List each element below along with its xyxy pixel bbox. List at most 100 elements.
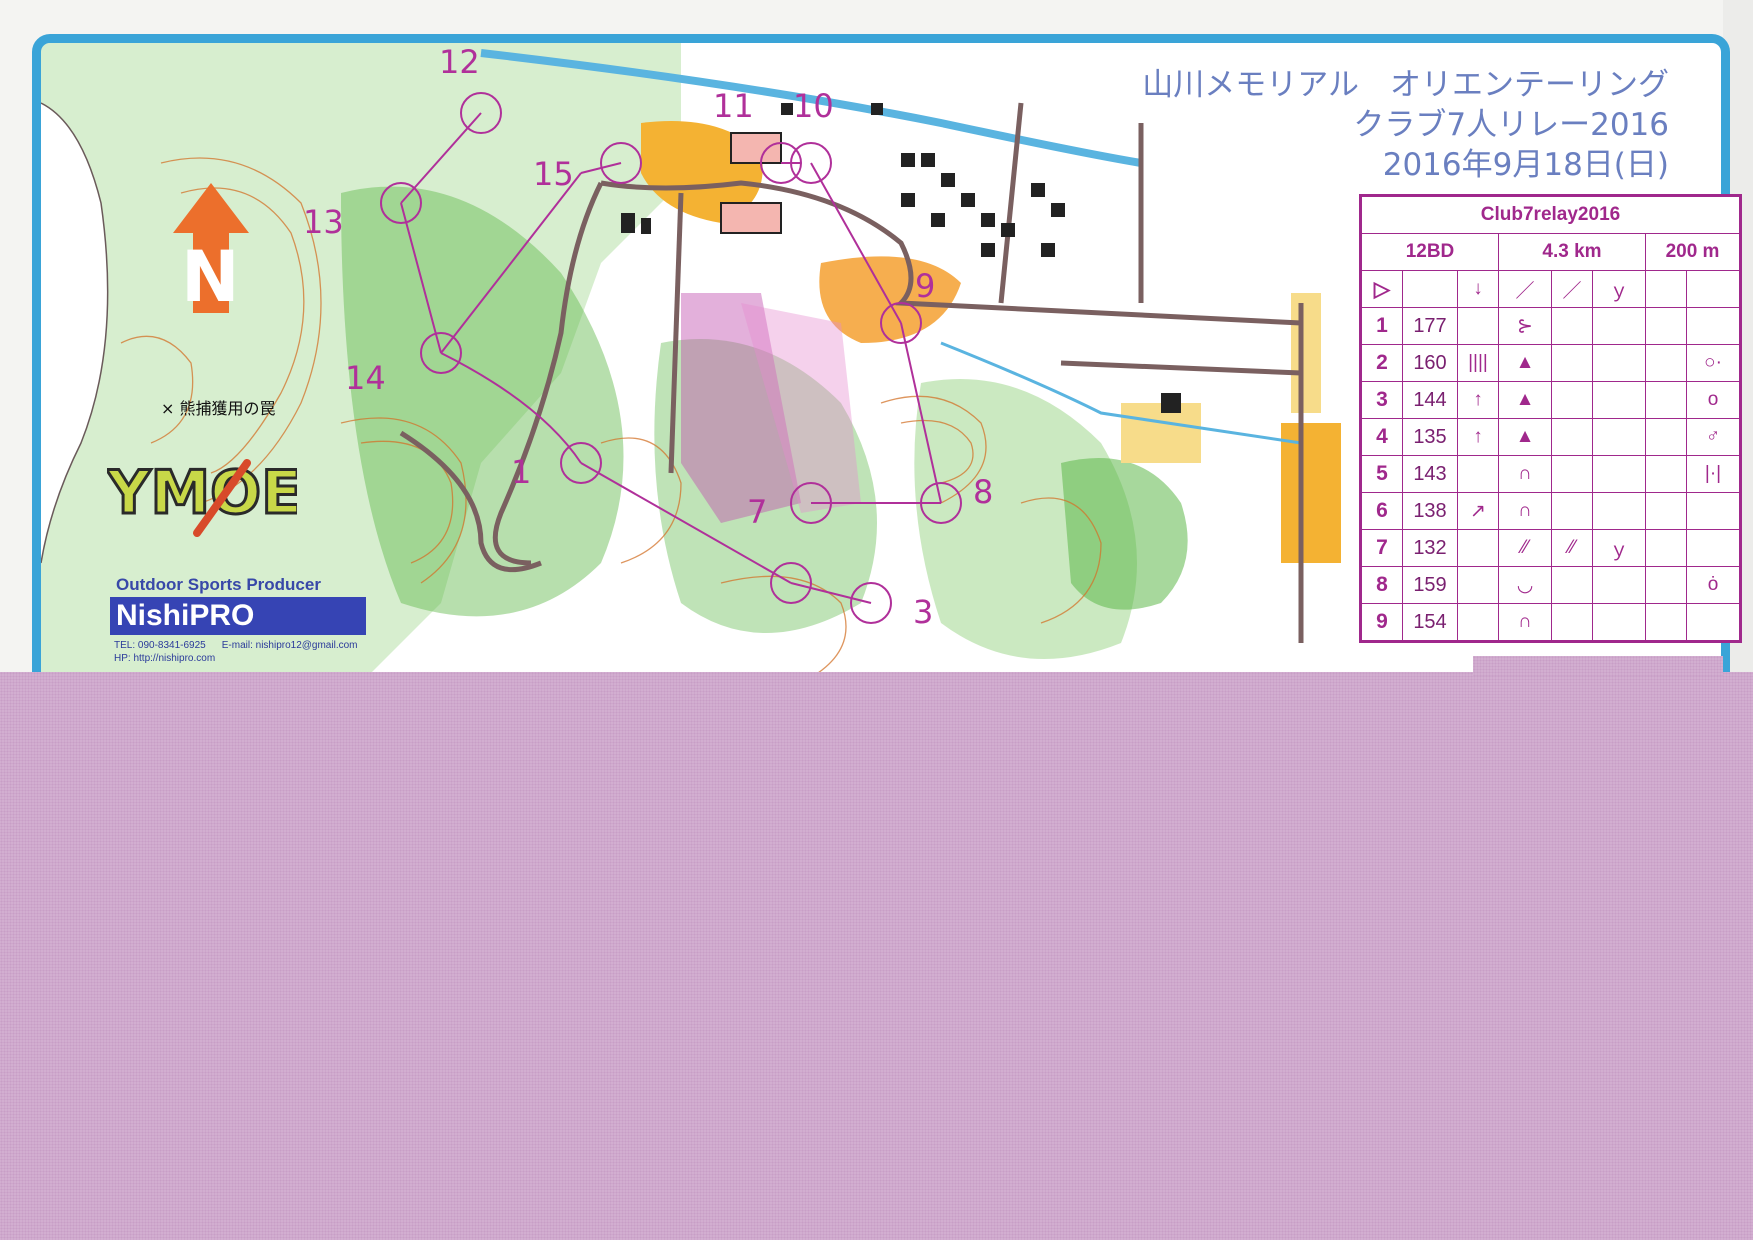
- north-arrow-letter: N: [181, 236, 240, 318]
- ymoe-logo-text: YMOE: [107, 458, 297, 528]
- cd-c5: [1592, 418, 1646, 456]
- control-label: 10: [793, 87, 834, 125]
- cd-cell: [1645, 603, 1687, 642]
- cd-dir: [1457, 307, 1499, 345]
- cd-cell: [1645, 381, 1687, 419]
- cd-feature: ∩: [1498, 603, 1552, 642]
- cd-code: 132: [1402, 529, 1458, 567]
- forest-area: [1061, 458, 1188, 610]
- cd-code: 177: [1402, 307, 1458, 345]
- open-land: [1291, 293, 1321, 413]
- cd-detail: [1686, 307, 1741, 345]
- cd-c4: [1551, 492, 1593, 530]
- cd-c4: [1551, 566, 1593, 604]
- cd-detail: [1686, 492, 1741, 530]
- sponsor-contact: TEL: 090-8341-6925 E-mail: nishipro12@gma…: [114, 639, 376, 665]
- legend-bear-trap: × 熊捕獲用の罠: [161, 399, 276, 418]
- cd-dir: [1457, 603, 1499, 642]
- cd-feature: ⁄⁄: [1498, 529, 1552, 567]
- cd-cell: [1645, 455, 1687, 493]
- sponsor-block: Outdoor Sports Producer NishiPRO TEL: 09…: [76, 575, 376, 665]
- cd-detail: |·|: [1686, 455, 1741, 493]
- cd-c5: [1592, 307, 1646, 345]
- control-label: 15: [533, 155, 574, 193]
- cd-c4: [1551, 344, 1593, 382]
- control-description-table: Club7relay2016 12BD 4.3 km 200 m ▷ ↓ ／ ／…: [1359, 194, 1742, 643]
- cd-c4: [1551, 455, 1593, 493]
- cd-dir: ↑: [1457, 381, 1499, 419]
- cd-num: 8: [1360, 566, 1403, 604]
- cd-row: 4 135 ↑ ▲ ♂: [1360, 418, 1741, 456]
- redaction-overlay: [0, 672, 1753, 1240]
- cd-cell: [1645, 529, 1687, 567]
- event-title: 山川メモリアル オリエンテーリング クラブ7人リレー2016 2016年9月18…: [1142, 65, 1669, 185]
- cd-feature: ⊱: [1498, 307, 1552, 345]
- control-label: 11: [713, 87, 754, 125]
- cd-detail: [1686, 529, 1741, 567]
- cd-num: 4: [1360, 418, 1403, 456]
- cd-feature: ◡: [1498, 566, 1552, 604]
- cd-cell: [1645, 344, 1687, 382]
- control-label: 1: [511, 453, 531, 491]
- cd-dir: ↗: [1457, 492, 1499, 530]
- control-label: 3: [913, 593, 933, 631]
- cd-detail: ȯ: [1686, 566, 1741, 604]
- control-label: 13: [303, 203, 344, 241]
- cd-dir: [1457, 529, 1499, 567]
- event-date: 2016年9月18日(日): [1382, 147, 1669, 183]
- title-line2: クラブ7人リレー2016: [1353, 107, 1669, 143]
- cd-num: 3: [1360, 381, 1403, 419]
- cd-detail: o: [1686, 381, 1741, 419]
- cd-code: 138: [1402, 492, 1458, 530]
- cd-rows: 1 177 ⊱ 2 160 |||| ▲ ○· 3 144 ↑ ▲ o 4 135 ↑ ▲ ♂ 5 143 ∩ |·| 6 1…: [1360, 307, 1741, 642]
- cd-num: 7: [1360, 529, 1403, 567]
- cd-c5: [1592, 603, 1646, 642]
- cd-detail: ○·: [1686, 344, 1741, 382]
- cd-c4: [1551, 307, 1593, 345]
- cd-dir: [1457, 455, 1499, 493]
- cd-start-feature: ／: [1498, 270, 1552, 308]
- sponsor-tel: TEL: 090-8341-6925: [114, 640, 206, 651]
- ymoe-logo: YMOE: [107, 457, 297, 537]
- cd-course-length: 4.3 km: [1498, 233, 1646, 271]
- cd-c5: [1592, 344, 1646, 382]
- cd-course-name: 12BD: [1360, 233, 1499, 271]
- cd-code: 160: [1402, 344, 1458, 382]
- cd-feature: ∩: [1498, 455, 1552, 493]
- cd-code: 143: [1402, 455, 1458, 493]
- sponsor-email: E-mail: nishipro12@gmail.com: [221, 640, 358, 651]
- cd-event-name: Club7relay2016: [1360, 195, 1741, 234]
- cd-num: 2: [1360, 344, 1403, 382]
- cd-c4: [1551, 603, 1593, 642]
- cd-code: 135: [1402, 418, 1458, 456]
- cd-feature: ▲: [1498, 381, 1552, 419]
- cd-detail: [1686, 603, 1741, 642]
- cd-row: 1 177 ⊱: [1360, 307, 1741, 345]
- cd-c4: [1551, 418, 1593, 456]
- open-land: [1281, 423, 1341, 563]
- cd-dir: [1457, 566, 1499, 604]
- sponsor-brand: NishiPRO: [110, 597, 366, 635]
- cd-code: 144: [1402, 381, 1458, 419]
- cd-c5: [1592, 381, 1646, 419]
- sponsor-hp: HP: http://nishipro.com: [114, 653, 216, 664]
- cd-row: 9 154 ∩: [1360, 603, 1741, 642]
- cd-c5: [1592, 492, 1646, 530]
- control-label: 9: [915, 267, 935, 305]
- cd-row: 6 138 ↗ ∩: [1360, 492, 1741, 530]
- cd-cell: [1645, 418, 1687, 456]
- cd-c4: [1551, 381, 1593, 419]
- cd-start-symbol: ▷: [1360, 270, 1403, 308]
- cd-num: 1: [1360, 307, 1403, 345]
- control-label: 14: [345, 359, 386, 397]
- redaction-overlay-step: [1473, 656, 1723, 676]
- cd-feature: ▲: [1498, 418, 1552, 456]
- cd-course-climb: 200 m: [1645, 233, 1741, 271]
- cd-row: 3 144 ↑ ▲ o: [1360, 381, 1741, 419]
- cd-cell: [1402, 270, 1458, 308]
- cd-cell: [1645, 566, 1687, 604]
- cd-row: 2 160 |||| ▲ ○·: [1360, 344, 1741, 382]
- cd-start-dir: ↓: [1457, 270, 1499, 308]
- cd-feature: ▲: [1498, 344, 1552, 382]
- cd-feature: ∩: [1498, 492, 1552, 530]
